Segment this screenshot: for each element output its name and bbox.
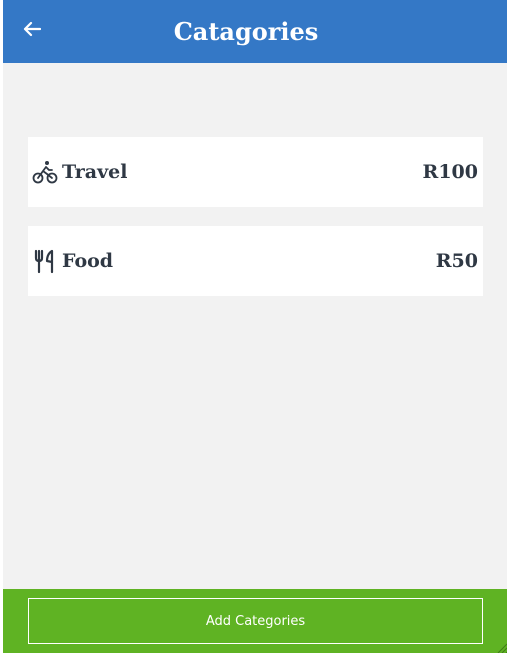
footer-bar: Add Categories bbox=[3, 589, 507, 653]
category-name: Food bbox=[62, 250, 114, 272]
back-button[interactable] bbox=[17, 14, 47, 44]
category-item-travel[interactable]: Travel R100 bbox=[28, 137, 483, 207]
arrow-left-icon bbox=[23, 21, 41, 37]
category-name: Travel bbox=[62, 161, 128, 183]
category-amount: R50 bbox=[435, 250, 478, 272]
resize-grip-icon bbox=[497, 643, 507, 653]
bicycle-icon bbox=[32, 159, 58, 185]
app-frame: Catagories Travel R100 Food R50 Add Cate… bbox=[3, 0, 507, 653]
app-header: Catagories bbox=[3, 0, 507, 63]
add-categories-button[interactable]: Add Categories bbox=[28, 598, 483, 644]
category-amount: R100 bbox=[422, 161, 478, 183]
page-title: Catagories bbox=[173, 17, 319, 46]
utensils-icon bbox=[32, 248, 58, 274]
category-item-food[interactable]: Food R50 bbox=[28, 226, 483, 296]
